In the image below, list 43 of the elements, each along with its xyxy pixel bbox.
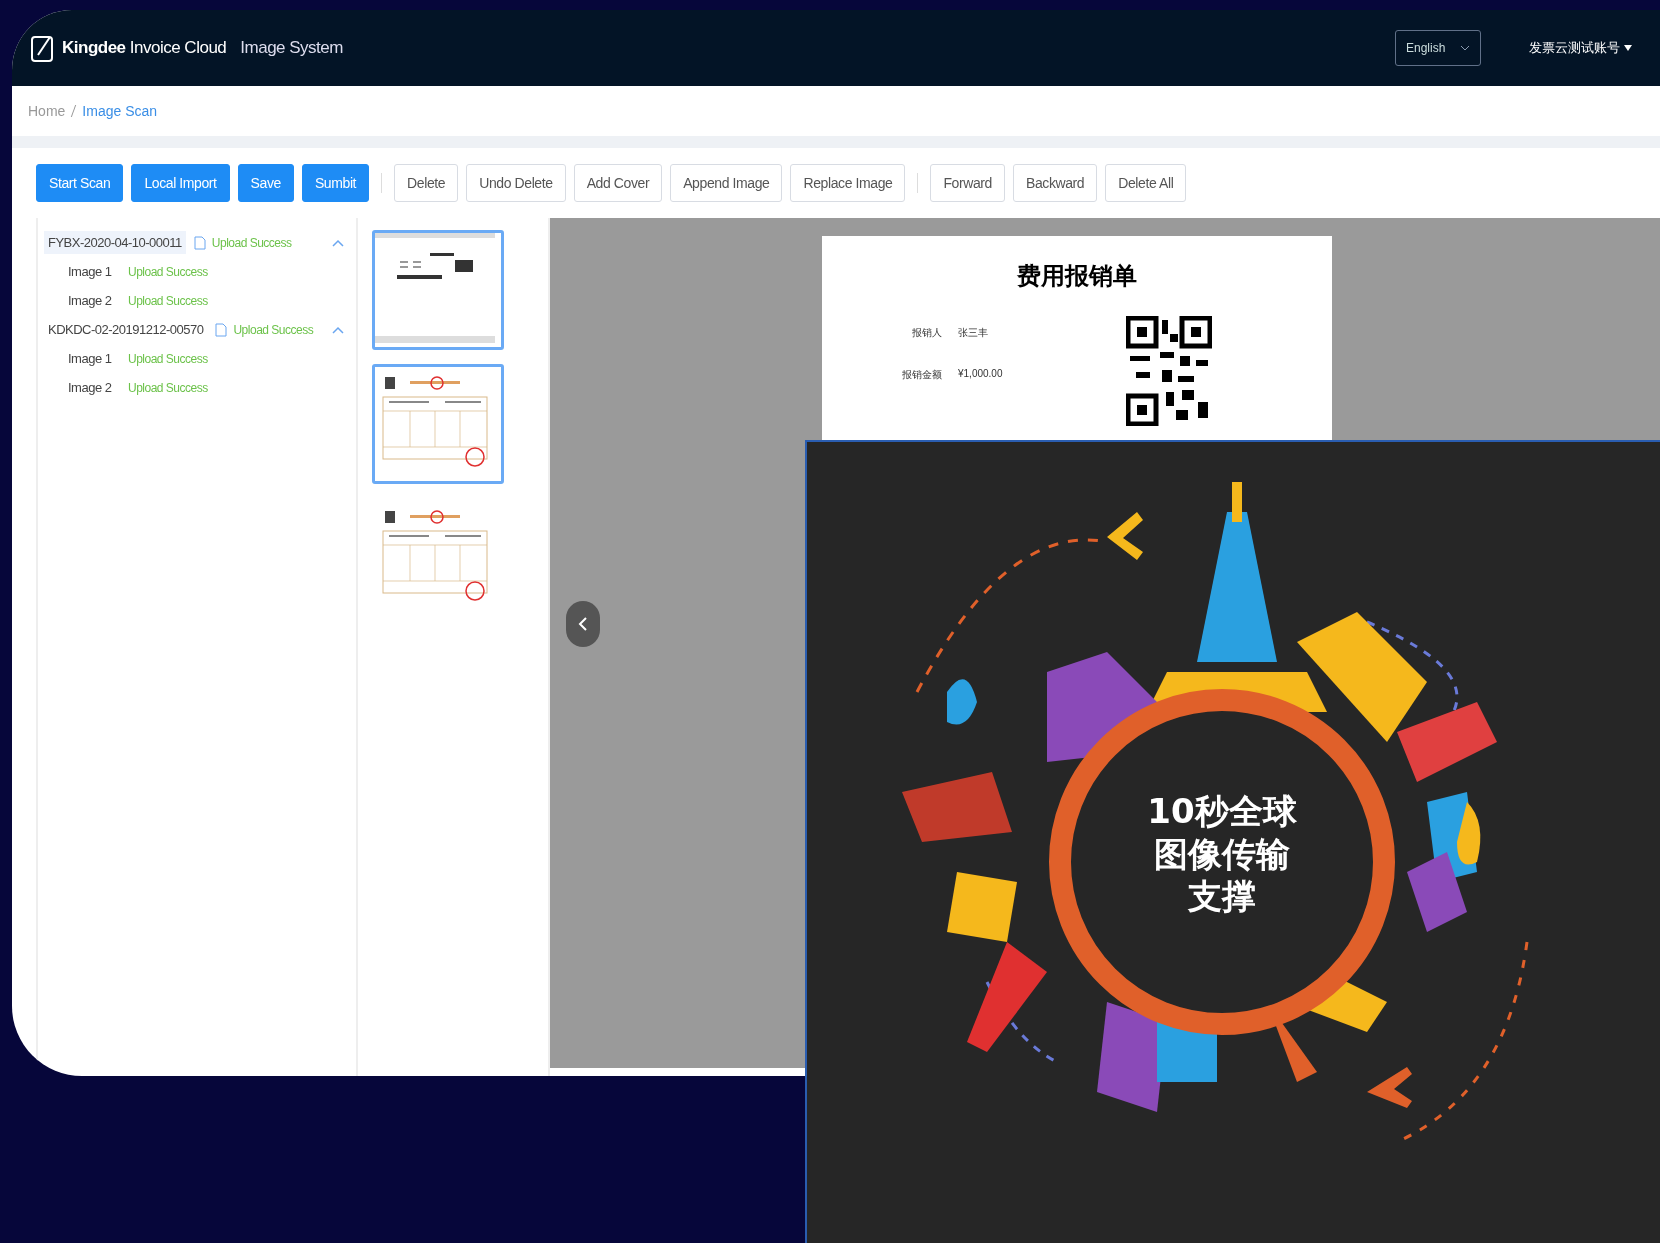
language-select[interactable]: English bbox=[1395, 30, 1481, 66]
breadcrumb-link[interactable]: Image Scan bbox=[82, 103, 158, 119]
upload-status: Upload Success bbox=[233, 322, 314, 337]
toolbar-button[interactable]: Append Image bbox=[670, 164, 783, 202]
toolbar-button[interactable]: Add Cover bbox=[573, 164, 663, 202]
collapse-icon[interactable] bbox=[332, 238, 344, 247]
field-label: 报销金额 bbox=[901, 368, 942, 382]
upload-status: Upload Success bbox=[211, 235, 292, 250]
tree-item[interactable]: Image 1 bbox=[68, 264, 128, 279]
toolbar-button[interactable]: Forward bbox=[930, 164, 1005, 202]
tree-item[interactable]: Image 2 bbox=[68, 293, 128, 308]
account-menu[interactable]: 发票云测试账号 bbox=[1523, 38, 1638, 58]
tree-item[interactable]: Image 1 bbox=[68, 351, 128, 366]
field-label: 报销人 bbox=[911, 326, 942, 340]
page-thumbnail[interactable] bbox=[372, 230, 504, 350]
brand-name: Kingdee Invoice Cloud bbox=[62, 38, 227, 58]
toolbar-button[interactable]: Delete bbox=[394, 164, 459, 202]
field-value: ¥1,000.00 bbox=[958, 368, 1003, 381]
upload-status: Upload Success bbox=[128, 264, 208, 279]
document-icon bbox=[193, 235, 206, 250]
qr-code-icon bbox=[1126, 316, 1212, 426]
logo-icon bbox=[30, 33, 56, 63]
tree-item[interactable]: KDKDC-02-20191212-00570 bbox=[44, 318, 208, 341]
tree-item[interactable]: FYBX-2020-04-10-00011 bbox=[44, 231, 186, 254]
upload-status: Upload Success bbox=[128, 293, 208, 308]
system-name: Image System bbox=[240, 38, 343, 58]
toolbar-button[interactable]: Undo Delete bbox=[466, 164, 566, 202]
collapse-icon[interactable] bbox=[332, 325, 344, 334]
form-title: 费用报销单 bbox=[1016, 261, 1138, 291]
caret-icon bbox=[1460, 45, 1470, 51]
caret-icon bbox=[1624, 45, 1632, 51]
field-value: 张三丰 bbox=[958, 326, 988, 340]
page-thumbnail[interactable] bbox=[372, 364, 504, 484]
toolbar-button[interactable]: Backward bbox=[1012, 164, 1098, 202]
toolbar-button[interactable]: Replace Image bbox=[790, 164, 906, 202]
tree-item[interactable]: Image 2 bbox=[68, 380, 128, 395]
previous-button[interactable] bbox=[566, 601, 600, 647]
upload-status: Upload Success bbox=[128, 380, 208, 395]
chevron-left-icon bbox=[578, 617, 588, 631]
document-icon bbox=[215, 322, 228, 337]
toolbar-button[interactable]: Delete All bbox=[1105, 164, 1187, 202]
upload-status: Upload Success bbox=[128, 351, 208, 366]
promo-headline: 10秒全球 图像传输 支撑 bbox=[1146, 790, 1298, 918]
